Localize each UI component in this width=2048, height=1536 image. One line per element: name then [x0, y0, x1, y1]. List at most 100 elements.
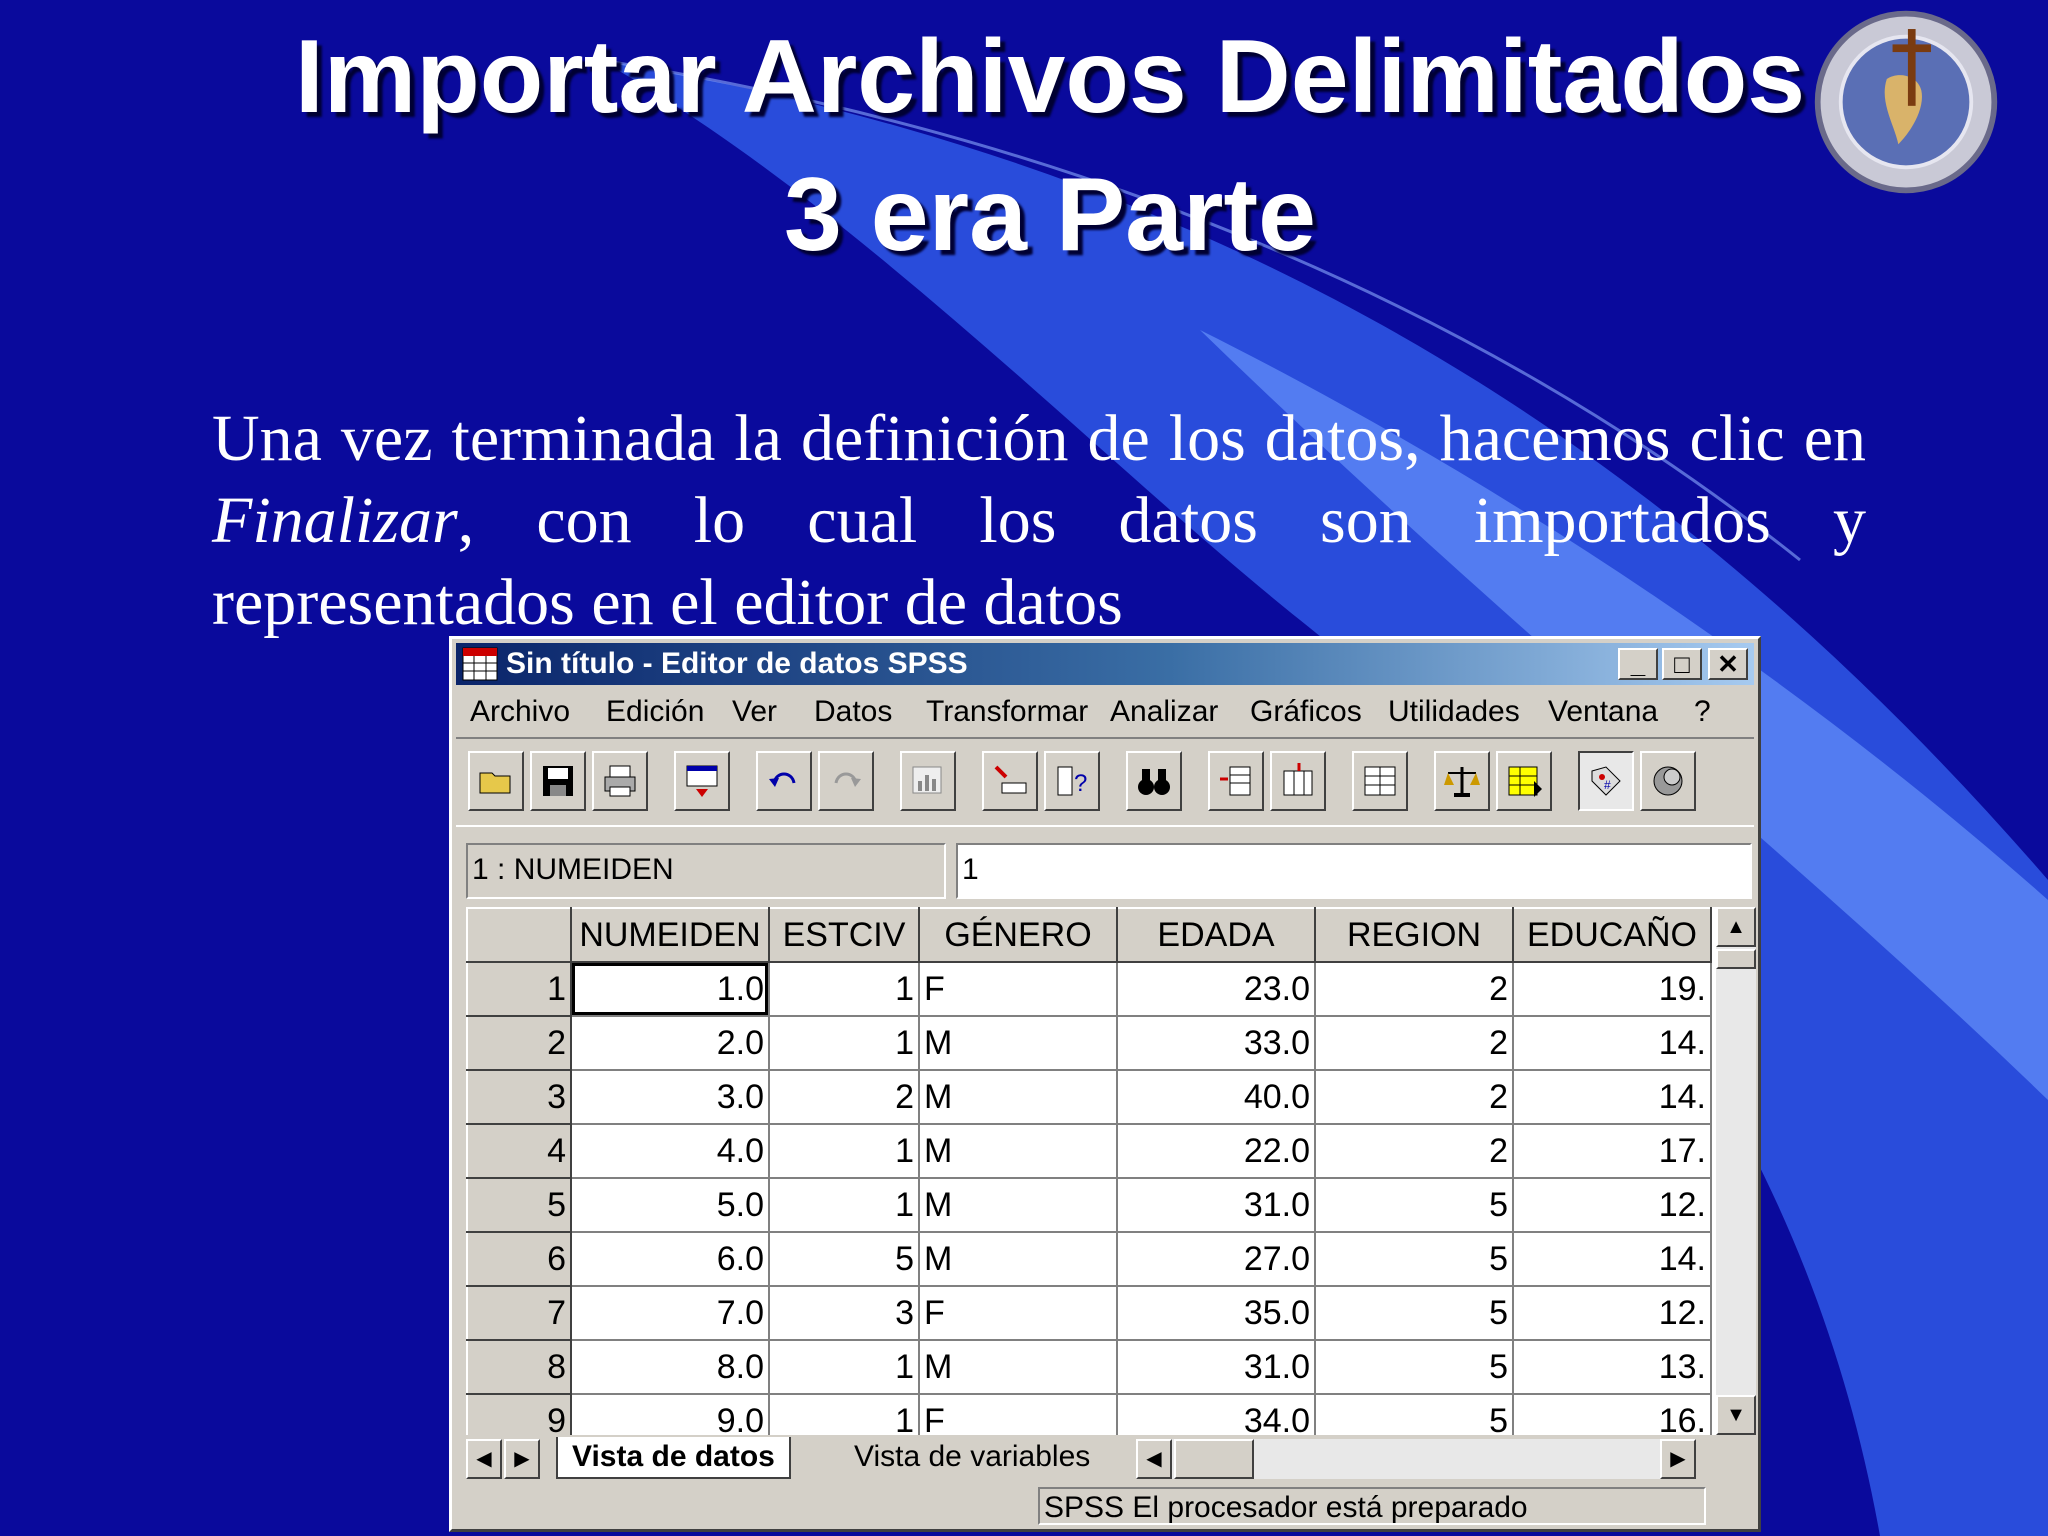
value-labels-button[interactable]: #: [1578, 751, 1634, 811]
menu-datos[interactable]: Datos: [814, 695, 892, 729]
cell-value-editor[interactable]: 1: [956, 843, 1752, 899]
row-header[interactable]: 6: [466, 1231, 572, 1287]
data-cell[interactable]: 13.: [1512, 1339, 1712, 1395]
data-cell[interactable]: 5: [768, 1231, 920, 1287]
open-folder-button[interactable]: [468, 751, 524, 811]
data-cell[interactable]: 1: [768, 1393, 920, 1435]
corner-cell[interactable]: [466, 907, 572, 963]
menu-ver[interactable]: Ver: [732, 695, 777, 729]
column-header-genero[interactable]: GÉNERO: [918, 907, 1118, 963]
data-cell[interactable]: 19.: [1512, 961, 1712, 1017]
data-cell[interactable]: 2: [1314, 1069, 1514, 1125]
row-header[interactable]: 8: [466, 1339, 572, 1395]
data-cell[interactable]: 14.: [1512, 1015, 1712, 1071]
row-header[interactable]: 9: [466, 1393, 572, 1435]
insert-variable-button[interactable]: [1270, 751, 1326, 811]
data-cell[interactable]: 3.0: [570, 1069, 770, 1125]
hscroll-right-button[interactable]: ▶: [1660, 1439, 1696, 1479]
data-cell[interactable]: 5: [1314, 1177, 1514, 1233]
data-cell[interactable]: 12.: [1512, 1285, 1712, 1341]
data-cell[interactable]: 27.0: [1116, 1231, 1316, 1287]
data-cell[interactable]: 5: [1314, 1285, 1514, 1341]
data-cell[interactable]: M: [918, 1015, 1118, 1071]
dialog-recall-button[interactable]: [674, 751, 730, 811]
horizontal-scrollbar[interactable]: ◀ ▶: [1136, 1439, 1696, 1479]
hscroll-left-button[interactable]: ◀: [1136, 1439, 1172, 1479]
menu-transformar[interactable]: Transformar: [926, 695, 1088, 729]
data-cell[interactable]: 34.0: [1116, 1393, 1316, 1435]
data-cell[interactable]: M: [918, 1339, 1118, 1395]
weight-cases-button[interactable]: [1434, 751, 1490, 811]
row-header[interactable]: 4: [466, 1123, 572, 1179]
data-cell[interactable]: 1: [768, 961, 920, 1017]
data-cell[interactable]: 5: [1314, 1393, 1514, 1435]
column-header-estciv[interactable]: ESTCIV: [768, 907, 920, 963]
menu-analizar[interactable]: Analizar: [1110, 695, 1218, 729]
tab-scroll-right-button[interactable]: ▶: [504, 1439, 540, 1479]
data-cell[interactable]: 31.0: [1116, 1177, 1316, 1233]
data-cell[interactable]: 12.: [1512, 1177, 1712, 1233]
column-header-region[interactable]: REGION: [1314, 907, 1514, 963]
data-cell[interactable]: 6.0: [570, 1231, 770, 1287]
menu-graficos[interactable]: Gráficos: [1250, 695, 1362, 729]
data-cell[interactable]: 2: [1314, 1015, 1514, 1071]
data-cell[interactable]: 5: [1314, 1339, 1514, 1395]
row-header[interactable]: 5: [466, 1177, 572, 1233]
column-header-numeiden[interactable]: NUMEIDEN: [570, 907, 770, 963]
goto-case-button[interactable]: [982, 751, 1038, 811]
variables-button[interactable]: ?: [1044, 751, 1100, 811]
data-cell[interactable]: F: [918, 961, 1118, 1017]
insert-case-button[interactable]: [1208, 751, 1264, 811]
data-cell[interactable]: 31.0: [1116, 1339, 1316, 1395]
maximize-button[interactable]: □: [1662, 648, 1702, 680]
data-cell[interactable]: 5: [1314, 1231, 1514, 1287]
goto-chart-button[interactable]: [900, 751, 956, 811]
use-sets-button[interactable]: [1640, 751, 1696, 811]
data-cell[interactable]: 1: [768, 1123, 920, 1179]
window-titlebar[interactable]: Sin título - Editor de datos SPSS _ □ ✕: [456, 643, 1754, 685]
undo-button[interactable]: [756, 751, 812, 811]
column-header-educano[interactable]: EDUCAÑO: [1512, 907, 1712, 963]
data-cell[interactable]: M: [918, 1231, 1118, 1287]
tab-vista-de-datos[interactable]: Vista de datos: [556, 1437, 791, 1479]
data-cell[interactable]: M: [918, 1069, 1118, 1125]
data-cell[interactable]: F: [918, 1285, 1118, 1341]
row-header[interactable]: 7: [466, 1285, 572, 1341]
data-cell[interactable]: M: [918, 1177, 1118, 1233]
data-cell[interactable]: 1: [768, 1015, 920, 1071]
data-cell[interactable]: 9.0: [570, 1393, 770, 1435]
split-file-button[interactable]: [1352, 751, 1408, 811]
data-cell[interactable]: 40.0: [1116, 1069, 1316, 1125]
column-header-edada[interactable]: EDADA: [1116, 907, 1316, 963]
menu-archivo[interactable]: Archivo: [470, 695, 570, 729]
print-button[interactable]: [592, 751, 648, 811]
vertical-scrollbar[interactable]: ▲ ▼: [1716, 907, 1756, 1435]
scroll-thumb[interactable]: [1716, 949, 1756, 969]
data-cell[interactable]: 17.: [1512, 1123, 1712, 1179]
data-cell[interactable]: 1: [768, 1177, 920, 1233]
tab-scroll-left-button[interactable]: ◀: [466, 1439, 502, 1479]
data-cell[interactable]: 5.0: [570, 1177, 770, 1233]
data-cell[interactable]: 14.: [1512, 1069, 1712, 1125]
minimize-button[interactable]: _: [1618, 648, 1658, 680]
menu-edicion[interactable]: Edición: [606, 695, 704, 729]
data-cell[interactable]: 2: [768, 1069, 920, 1125]
data-cell[interactable]: 2: [1314, 961, 1514, 1017]
data-cell[interactable]: 2.0: [570, 1015, 770, 1071]
data-cell[interactable]: 35.0: [1116, 1285, 1316, 1341]
menu-ventana[interactable]: Ventana: [1548, 695, 1658, 729]
tab-vista-de-variables[interactable]: Vista de variables: [840, 1437, 1104, 1477]
data-cell[interactable]: M: [918, 1123, 1118, 1179]
data-cell[interactable]: 2: [1314, 1123, 1514, 1179]
data-cell[interactable]: 4.0: [570, 1123, 770, 1179]
menu-utilidades[interactable]: Utilidades: [1388, 695, 1520, 729]
data-cell[interactable]: 3: [768, 1285, 920, 1341]
data-cell[interactable]: 33.0: [1116, 1015, 1316, 1071]
row-header[interactable]: 2: [466, 1015, 572, 1071]
data-cell[interactable]: 1: [768, 1339, 920, 1395]
data-cell[interactable]: 14.: [1512, 1231, 1712, 1287]
find-button[interactable]: [1126, 751, 1182, 811]
data-cell[interactable]: F: [918, 1393, 1118, 1435]
scroll-up-button[interactable]: ▲: [1716, 907, 1756, 947]
menu-help[interactable]: ?: [1694, 695, 1711, 729]
